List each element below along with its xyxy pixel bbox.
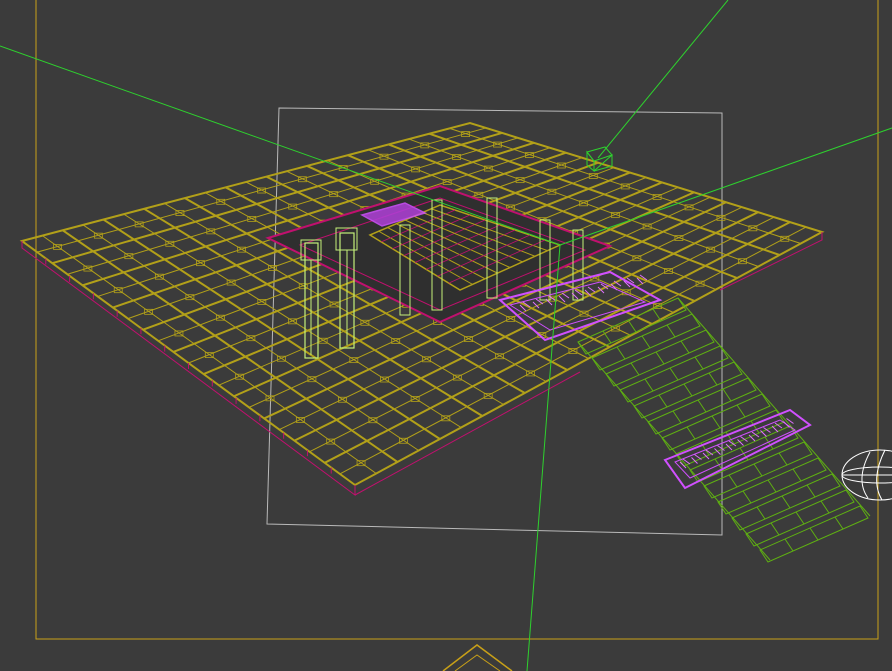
sunken-courtyard[interactable] <box>265 184 613 324</box>
camera-target-box[interactable] <box>586 146 613 173</box>
viewport-canvas[interactable] <box>0 0 892 671</box>
3d-viewport[interactable] <box>0 0 892 671</box>
stone-staircase[interactable] <box>577 297 871 563</box>
transform-gizmo-lines[interactable] <box>0 0 892 671</box>
bottom-object-edge <box>442 644 513 671</box>
